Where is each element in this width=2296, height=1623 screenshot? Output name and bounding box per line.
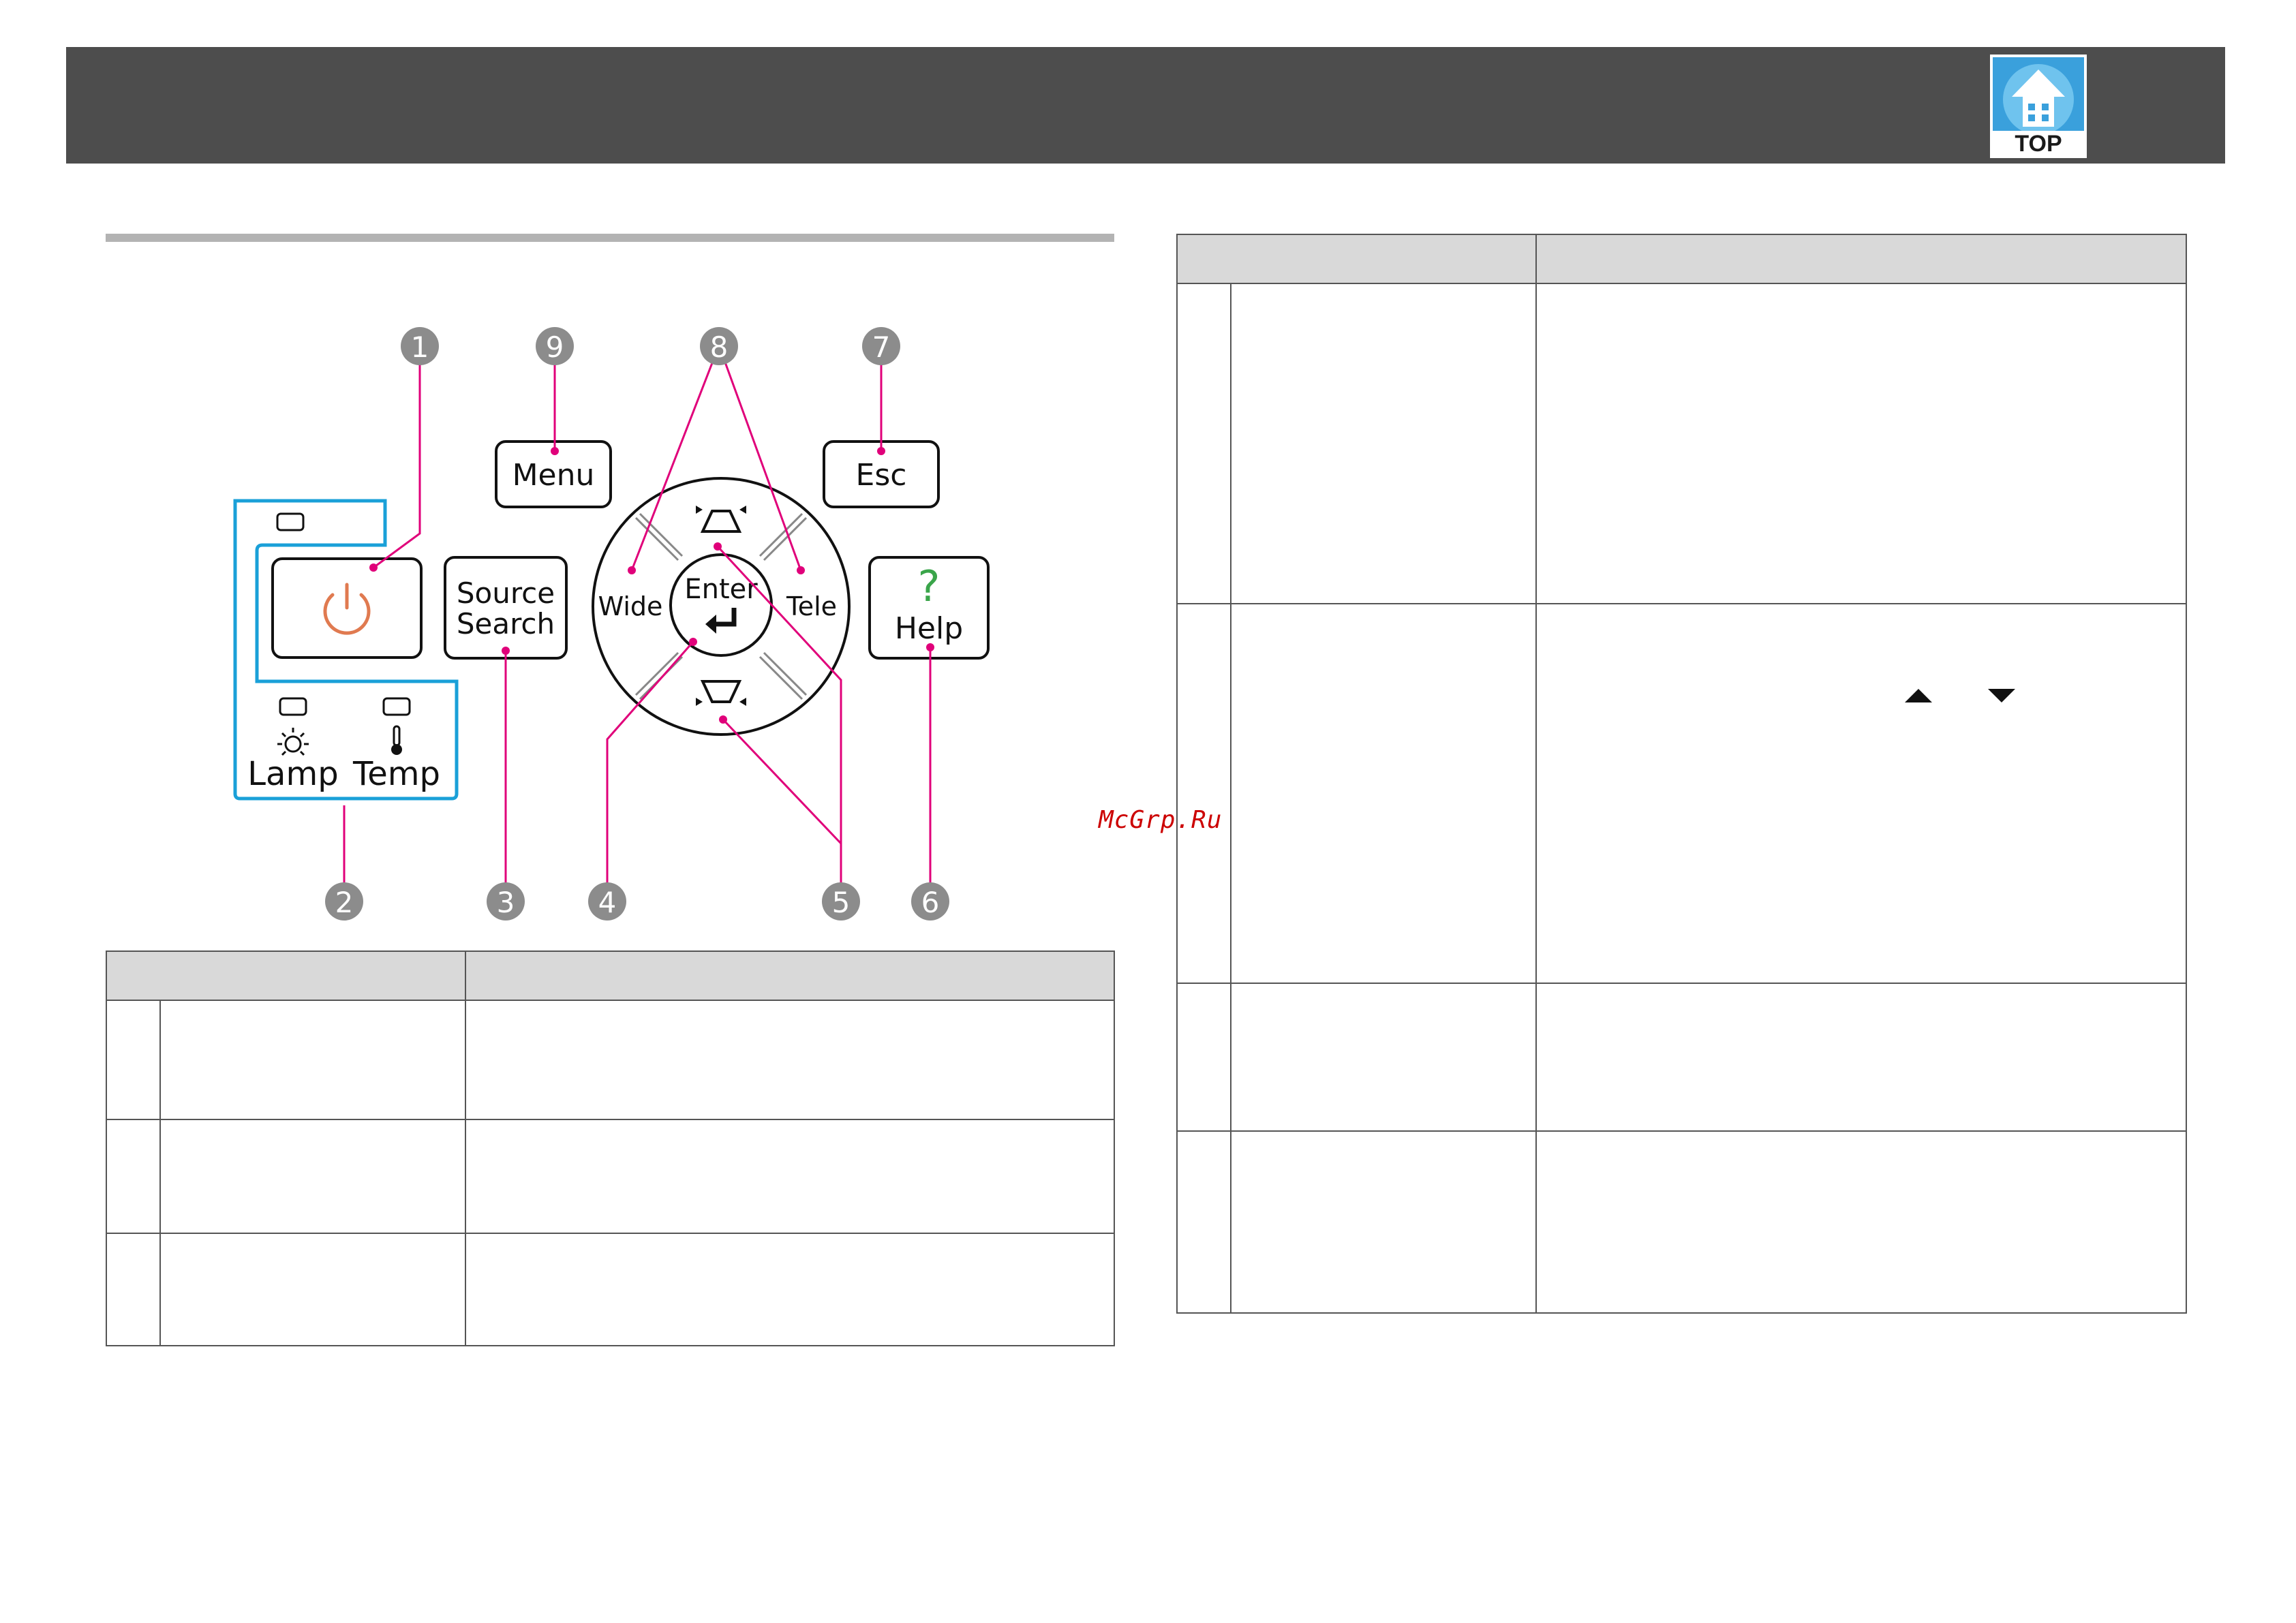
left-table: [106, 950, 1115, 1346]
help-icon: ?: [918, 561, 940, 611]
lamp-icon: [277, 728, 309, 756]
control-panel-diagram: Lamp Temp Source Search Menu Esc ? Help …: [233, 327, 990, 921]
section-rule: [106, 234, 1114, 242]
triangle-up-icon: [1905, 689, 1932, 702]
callout-badge-5: 5: [822, 882, 860, 921]
top-logo-icon[interactable]: TOP: [1990, 55, 2087, 158]
svg-text:2: 2: [335, 886, 354, 919]
svg-text:5: 5: [832, 886, 851, 919]
callout-badge-2: 2: [325, 882, 363, 921]
help-label: Help: [895, 611, 963, 646]
callout-badge-6: 6: [911, 882, 949, 921]
watermark-text: McGrp.Ru: [1099, 806, 1223, 834]
source-search-label-1: Source: [457, 576, 555, 610]
wide-label: Wide: [598, 591, 663, 621]
svg-text:6: 6: [921, 886, 940, 919]
menu-label: Menu: [512, 458, 595, 493]
right-table-header: [1178, 235, 2186, 284]
header-bar: [66, 47, 2225, 164]
svg-text:1: 1: [411, 330, 429, 364]
top-logo-label: TOP: [2015, 131, 2062, 157]
callout-badge-4: 4: [588, 882, 626, 921]
callout-badge-9: 9: [536, 327, 574, 365]
svg-text:3: 3: [497, 886, 515, 919]
temp-led: [382, 697, 411, 716]
svg-text:9: 9: [546, 330, 564, 364]
callout-badge-1: 1: [401, 327, 439, 365]
triangle-down-icon: [1988, 689, 2015, 702]
svg-text:8: 8: [710, 330, 729, 364]
esc-label: Esc: [856, 458, 907, 493]
lamp-led: [279, 697, 307, 716]
source-search-label-2: Search: [457, 607, 555, 640]
power-led: [276, 512, 305, 531]
temp-icon: [391, 725, 402, 755]
left-table-header: [107, 952, 1114, 1001]
callout-badge-3: 3: [487, 882, 525, 921]
svg-text:4: 4: [598, 886, 617, 919]
tele-label: Tele: [786, 591, 837, 621]
callout-badge-8: 8: [700, 327, 738, 365]
svg-text:7: 7: [872, 330, 891, 364]
temp-label: Temp: [352, 755, 440, 793]
enter-button[interactable]: [669, 553, 773, 657]
right-table: [1176, 234, 2187, 1314]
lamp-label: Lamp: [247, 755, 338, 793]
callout-badge-7: 7: [862, 327, 900, 365]
